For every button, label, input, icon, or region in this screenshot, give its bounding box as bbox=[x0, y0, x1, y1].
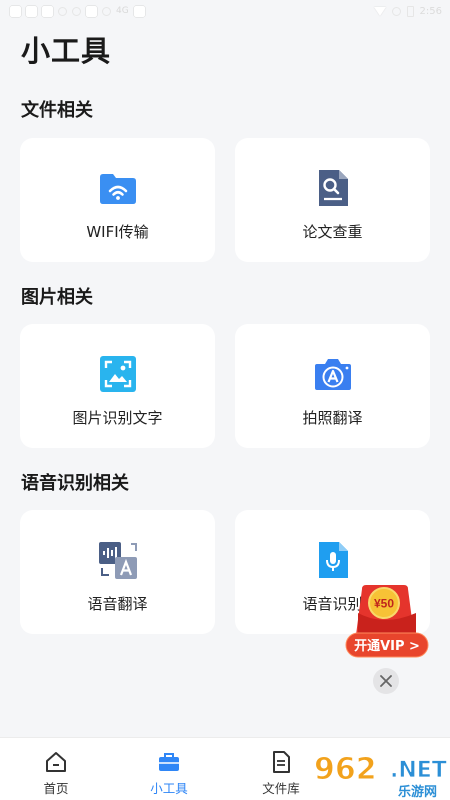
tool-label: 拍照翻译 bbox=[302, 409, 363, 427]
notification-icon bbox=[86, 5, 97, 17]
watermark-caption: 乐游网 bbox=[398, 784, 437, 800]
tab-home[interactable]: 首页 bbox=[11, 738, 101, 800]
red-envelope-icon: ¥50 开通VIP > bbox=[345, 585, 429, 658]
no-sim-icon bbox=[391, 6, 401, 16]
tool-label: WIFI传输 bbox=[86, 223, 149, 241]
status-time: 2:56 bbox=[419, 5, 442, 17]
status-bar: 4G 2:56 bbox=[0, 0, 450, 22]
toolbox-icon bbox=[156, 749, 182, 775]
tool-card-plagiarism-check[interactable]: 论文查重 bbox=[235, 138, 430, 262]
tool-card-wifi-transfer[interactable]: WIFI传输 bbox=[20, 138, 215, 262]
battery-icon bbox=[406, 5, 414, 17]
notification-icon bbox=[10, 5, 21, 17]
watermark-number: 962 bbox=[314, 752, 377, 787]
wifi-signal-icon bbox=[373, 6, 386, 16]
status-notifications: 4G bbox=[10, 5, 145, 17]
network-type: 4G bbox=[116, 6, 129, 16]
vip-promo-badge[interactable]: ¥50 开通VIP > bbox=[344, 583, 430, 661]
notification-icon bbox=[26, 5, 37, 17]
tab-label: 首页 bbox=[43, 781, 69, 796]
section-title-file: 文件相关 bbox=[21, 100, 93, 121]
usb-icon bbox=[72, 6, 81, 16]
voice-file-icon bbox=[313, 540, 353, 580]
tab-label: 文件库 bbox=[262, 781, 300, 796]
page-title: 小工具 bbox=[21, 34, 112, 68]
tool-label: 语音翻译 bbox=[87, 595, 148, 613]
tab-label: 小工具 bbox=[150, 781, 188, 796]
tool-card-voice-translate[interactable]: 语音翻译 bbox=[20, 510, 215, 634]
shield-icon bbox=[102, 6, 111, 16]
voice-translate-icon bbox=[98, 540, 138, 580]
tab-tools[interactable]: 小工具 bbox=[124, 738, 214, 800]
document-search-icon bbox=[313, 168, 353, 208]
close-icon bbox=[380, 675, 392, 687]
section-title-voice: 语音识别相关 bbox=[21, 473, 129, 494]
tool-label: 图片识别文字 bbox=[72, 409, 163, 427]
camera-translate-icon bbox=[313, 354, 353, 394]
promo-amount: ¥50 bbox=[374, 597, 394, 611]
tool-card-photo-translate[interactable]: 拍照翻译 bbox=[235, 324, 430, 448]
notification-icon bbox=[42, 5, 53, 17]
section-title-image: 图片相关 bbox=[21, 287, 93, 308]
download-icon bbox=[58, 6, 67, 16]
image-scan-icon bbox=[98, 354, 138, 394]
home-icon bbox=[43, 749, 69, 775]
wifi-folder-icon bbox=[98, 168, 138, 208]
open-vip-button[interactable]: 开通VIP > bbox=[354, 638, 420, 654]
watermark-suffix: .NET bbox=[390, 758, 447, 783]
file-icon bbox=[268, 749, 294, 775]
close-promo-button[interactable] bbox=[373, 668, 399, 694]
tool-card-image-ocr[interactable]: 图片识别文字 bbox=[20, 324, 215, 448]
site-watermark: 962 .NET 乐游网 bbox=[310, 746, 450, 800]
notification-icon bbox=[133, 5, 145, 17]
tool-label: 论文查重 bbox=[302, 223, 363, 241]
